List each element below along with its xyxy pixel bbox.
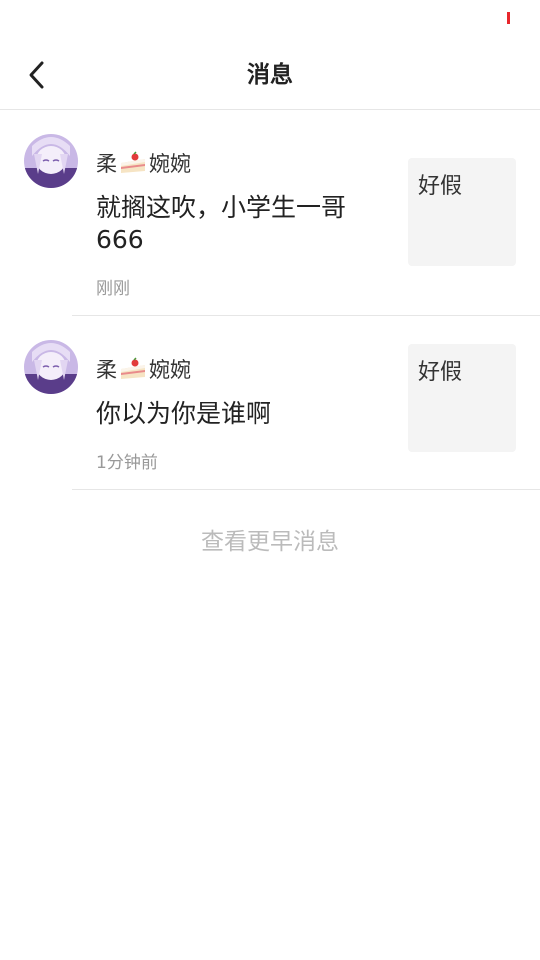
sender-name-suffix: 婉婉	[149, 152, 191, 176]
cake-icon	[119, 357, 147, 386]
status-indicator	[507, 12, 510, 24]
message-time: 1分钟前	[96, 453, 158, 473]
sender-name-prefix: 柔	[96, 358, 117, 382]
message-time: 刚刚	[96, 279, 130, 299]
quoted-post[interactable]: 好假	[408, 344, 516, 452]
sender-name-prefix: 柔	[96, 152, 117, 176]
status-bar	[0, 0, 540, 40]
quoted-post[interactable]: 好假	[408, 158, 516, 266]
page-title: 消息	[247, 62, 293, 88]
message-item[interactable]: 柔 婉婉 就搁这吹，小学生一哥666 刚刚 好假	[0, 110, 540, 316]
cake-icon	[119, 151, 147, 180]
divider	[72, 489, 540, 490]
message-text: 你以为你是谁啊	[96, 399, 272, 428]
view-earlier-messages-button[interactable]: 查看更早消息	[0, 520, 540, 564]
sender-name-suffix: 婉婉	[149, 358, 191, 382]
avatar[interactable]	[24, 134, 78, 188]
avatar[interactable]	[24, 340, 78, 394]
sender-name[interactable]: 柔 婉婉	[96, 148, 191, 180]
nav-bar: 消息	[0, 40, 540, 110]
message-item[interactable]: 柔 婉婉 你以为你是谁啊 1分钟前 好假	[0, 316, 540, 490]
message-list: 柔 婉婉 就搁这吹，小学生一哥666 刚刚 好假 柔 婉婉 你以为你是谁啊 1分…	[0, 110, 540, 490]
message-text: 就搁这吹，小学生一哥666	[96, 193, 347, 254]
sender-name[interactable]: 柔 婉婉	[96, 354, 191, 386]
